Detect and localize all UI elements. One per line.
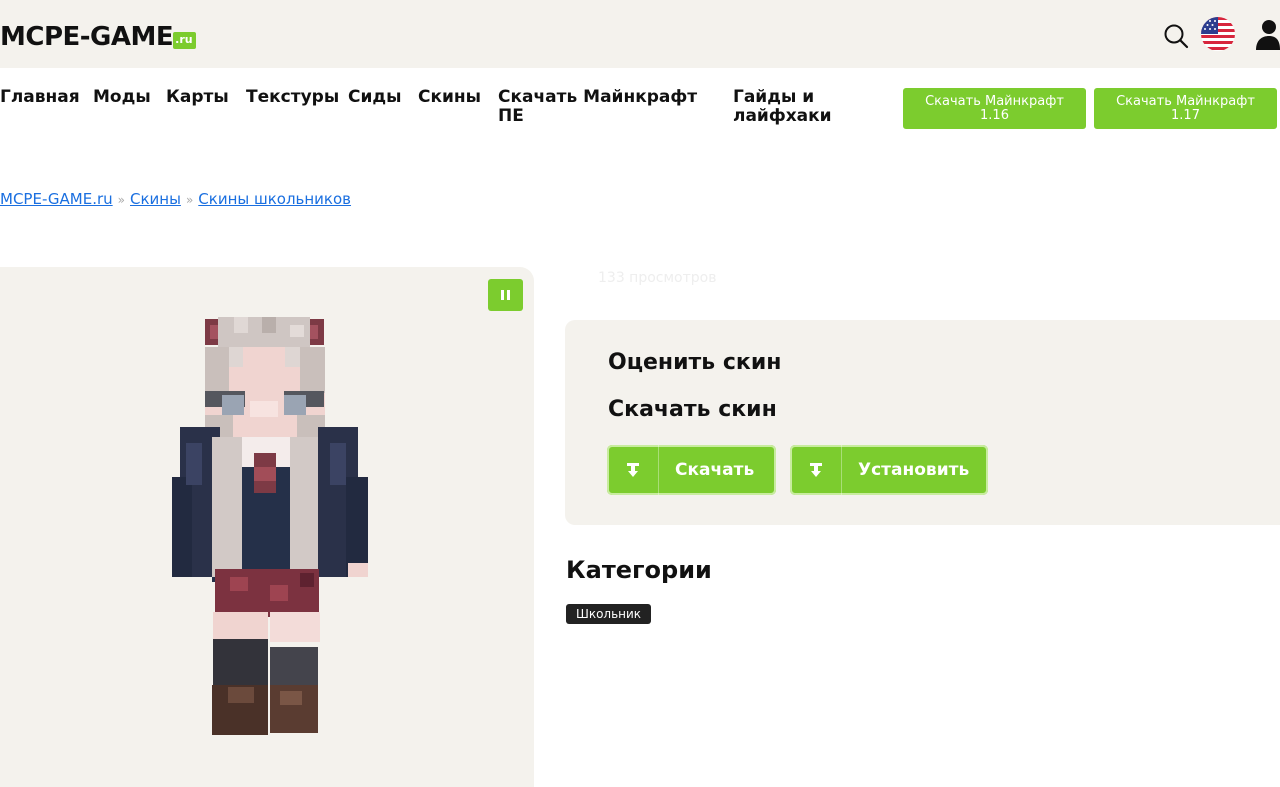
download-skin-heading: Скачать скин <box>608 397 777 422</box>
download-skin-button[interactable]: Скачать <box>607 445 776 495</box>
nav-item-label-line2: ПЕ <box>498 106 524 126</box>
nav-item-seeds[interactable]: Сиды <box>348 88 402 107</box>
skin-preview-panel[interactable] <box>0 267 534 787</box>
install-label: Установить <box>858 460 970 480</box>
pause-animation-button[interactable] <box>488 279 523 311</box>
button-version: 1.16 <box>980 107 1009 123</box>
views-count: 133 просмотров <box>598 270 717 286</box>
logo-suffix: .ru <box>173 32 196 49</box>
user-icon[interactable] <box>1254 18 1280 50</box>
category-tag[interactable]: Школьник <box>566 604 652 624</box>
nav-item-textures[interactable]: Текстуры <box>246 88 339 107</box>
breadcrumb-separator: » <box>185 193 194 207</box>
nav-item-label: Скачать Майнкрафт <box>498 87 698 107</box>
main-nav: Главная Моды Карты Текстуры Сиды Скины С… <box>0 88 1280 138</box>
download-minecraft-117-button[interactable]: Скачать Майнкрафт 1.17 <box>1094 88 1277 129</box>
nav-item-maps[interactable]: Карты <box>166 88 229 107</box>
nav-item-guides[interactable]: Гайды и лайфхаки <box>733 88 832 126</box>
button-label: Скачать Майнкрафт <box>1116 93 1255 109</box>
breadcrumb-school-skins-link[interactable]: Скины школьников <box>198 190 351 208</box>
breadcrumb: MCPE-GAME.ru » Скины » Скины школьников <box>0 190 351 208</box>
categories-heading: Категории <box>566 556 712 584</box>
pause-icon-bar <box>501 290 504 300</box>
breadcrumb-separator: » <box>117 193 125 207</box>
site-header: MCPE-GAME .ru <box>0 0 1280 68</box>
nav-item-skins[interactable]: Скины <box>418 88 481 107</box>
install-skin-button[interactable]: Установить <box>790 445 988 495</box>
us-flag-icon[interactable] <box>1200 16 1236 52</box>
nav-item-download-pe[interactable]: Скачать Майнкрафт ПЕ <box>498 88 697 126</box>
nav-item-mods[interactable]: Моды <box>93 88 151 107</box>
download-icon <box>607 445 659 495</box>
download-minecraft-116-button[interactable]: Скачать Майнкрафт 1.16 <box>903 88 1086 129</box>
rate-skin-heading: Оценить скин <box>608 350 782 375</box>
search-icon[interactable] <box>1162 22 1190 50</box>
logo-text: MCPE-GAME <box>0 22 174 52</box>
breadcrumb-home-link[interactable]: MCPE-GAME.ru <box>0 190 113 208</box>
site-logo[interactable]: MCPE-GAME .ru <box>0 18 196 52</box>
pause-icon-bar <box>507 290 510 300</box>
download-label: Скачать <box>675 460 755 480</box>
nav-item-label: Гайды и <box>733 87 815 107</box>
nav-item-home[interactable]: Главная <box>0 88 80 107</box>
nav-item-label-line2: лайфхаки <box>733 106 832 126</box>
button-version: 1.17 <box>1171 107 1200 123</box>
button-label: Скачать Майнкрафт <box>925 93 1064 109</box>
install-icon <box>790 445 842 495</box>
breadcrumb-skins-link[interactable]: Скины <box>130 190 181 208</box>
skin-model-image <box>172 317 368 735</box>
